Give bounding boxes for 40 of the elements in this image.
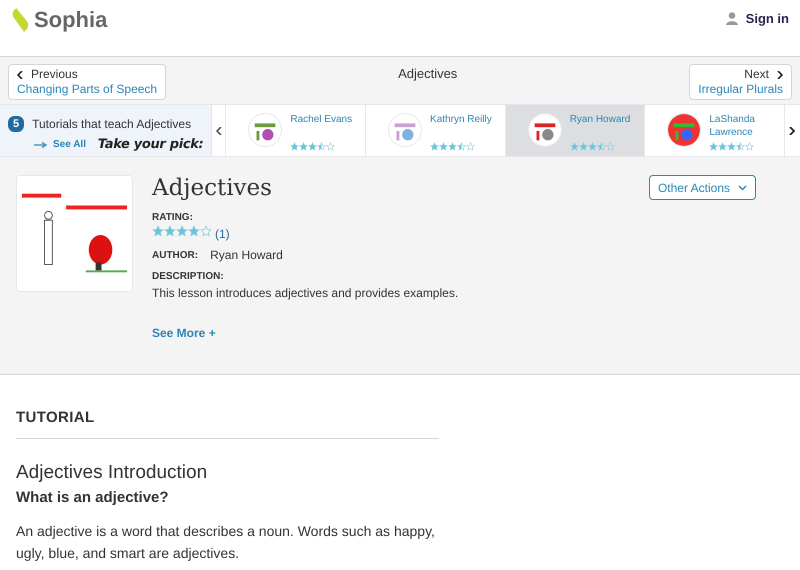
chevron-left-icon	[17, 70, 23, 78]
see-all-link[interactable]: See All	[53, 137, 86, 152]
chevron-right-icon	[789, 126, 796, 134]
tutorial-card[interactable]: Rachel Evans	[226, 105, 366, 156]
tagline: Take your pick:	[98, 136, 204, 154]
rating-label: RATING:	[152, 211, 194, 225]
tutorial-card[interactable]: Kathryn Reilly	[366, 105, 506, 156]
tutorial-heading: Adjectives Introduction	[16, 460, 208, 484]
logo-icon	[10, 6, 30, 32]
author-name: Ryan Howard	[210, 247, 283, 264]
chevron-right-icon	[776, 70, 783, 78]
author-name: LaShanda Lawrence	[709, 113, 756, 139]
previous-button[interactable]: Previous Changing Parts of Speech	[8, 64, 166, 100]
carousel-heading: Tutorials that teach Adjectives	[32, 116, 192, 133]
rating-count: (1)	[215, 226, 230, 243]
lesson-title: Adjectives	[152, 175, 272, 201]
author-name: Ryan Howard	[570, 113, 630, 126]
user-icon	[726, 12, 738, 26]
section-label: TUTORIAL	[16, 407, 439, 438]
description-text: This lesson introduces adjectives and provides examples.	[152, 285, 460, 302]
logo-text: Sophia	[34, 6, 108, 34]
chevron-left-icon	[216, 126, 222, 134]
tutorial-card[interactable]: LaShanda Lawrence	[645, 105, 786, 156]
chevron-down-icon	[738, 184, 747, 190]
previous-arrow-button[interactable]	[211, 105, 226, 156]
sign-in-link[interactable]: Sign in	[746, 9, 789, 28]
tutorial-card[interactable]: Ryan Howard	[506, 105, 646, 156]
count-badge: 5	[8, 116, 24, 132]
author-label: AUTHOR:	[152, 248, 198, 262]
tutorial-body: An adjective is a word that describes a noun. Words such as happy, ugly, blue, and smart are adjectives.	[16, 522, 436, 563]
other-actions-button[interactable]: Other Actions	[648, 175, 756, 200]
author-name: Rachel Evans	[290, 113, 352, 126]
description-label: DESCRIPTION:	[152, 270, 225, 284]
next-button[interactable]: Next Irregular Plurals	[689, 64, 792, 100]
tutorial-subheading: What is an adjective?	[16, 488, 170, 508]
author-name: Kathryn Reilly	[430, 113, 492, 126]
next-arrow-button[interactable]	[785, 105, 800, 156]
see-more-link[interactable]: See More +	[152, 324, 216, 342]
page-title: Adjectives	[398, 65, 458, 83]
arrow-right-icon	[34, 142, 47, 148]
